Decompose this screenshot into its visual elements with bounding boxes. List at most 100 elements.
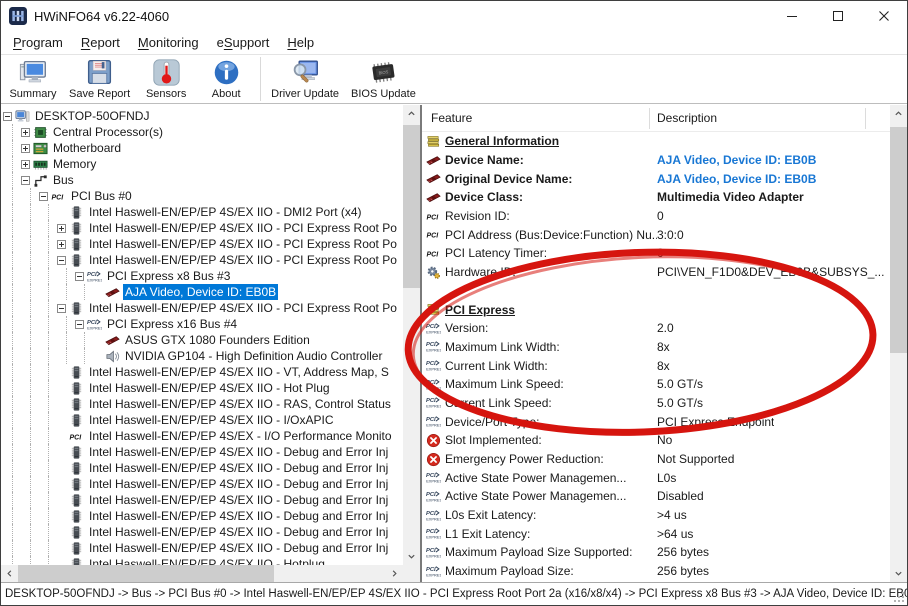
tree-item[interactable]: Intel Haswell-EN/EP/EP 4S/EX IIO - Debug… (1, 492, 403, 508)
feature-section-row[interactable]: PCI Express (422, 300, 890, 319)
feature-row[interactable]: Slot Implemented:No (422, 431, 890, 450)
column-header-feature[interactable]: Feature (431, 111, 472, 125)
feature-row[interactable]: PCIEXPRESSMaximum Payload Size Supported… (422, 543, 890, 562)
menu-item-report[interactable]: Report (72, 33, 129, 52)
tree-item[interactable]: PCIIntel Haswell-EN/EP/EP 4S/EX - I/O Pe… (1, 428, 403, 444)
tree-item[interactable]: ASUS GTX 1080 Founders Edition (1, 332, 403, 348)
resize-grip[interactable] (893, 591, 905, 603)
tree-item[interactable]: Intel Haswell-EN/EP/EP 4S/EX IIO - PCI E… (1, 236, 403, 252)
collapse-icon[interactable] (75, 272, 84, 281)
tree-item[interactable]: Intel Haswell-EN/EP/EP 4S/EX IIO - Debug… (1, 460, 403, 476)
tree-item[interactable]: PCIEXPRESSPCI Express x8 Bus #3 (1, 268, 403, 284)
feature-row[interactable]: Hardware ID:PCI\VEN_F1D0&DEV_EB0B&SUBSYS… (422, 263, 890, 282)
tree-horizontal-scrollbar[interactable] (1, 565, 403, 582)
tree-item[interactable]: Intel Haswell-EN/EP/EP 4S/EX IIO - VT, A… (1, 364, 403, 380)
sensors-button[interactable]: Sensors (136, 56, 196, 102)
collapse-icon[interactable] (39, 192, 48, 201)
tree-item[interactable]: Intel Haswell-EN/EP/EP 4S/EX IIO - PCI E… (1, 300, 403, 316)
bios-update-button[interactable]: BIOSBIOS Update (345, 56, 422, 102)
maximize-button[interactable] (815, 1, 861, 31)
scroll-down-icon[interactable] (403, 548, 420, 565)
feature-row[interactable]: Emergency Power Reduction:Not Supported (422, 450, 890, 469)
collapse-icon[interactable] (3, 112, 12, 121)
save-report-button[interactable]: Save Report (63, 56, 136, 102)
tree-item[interactable]: Intel Haswell-EN/EP/EP 4S/EX IIO - PCI E… (1, 220, 403, 236)
tree-item[interactable]: PCIEXPRESSPCI Express x16 Bus #4 (1, 316, 403, 332)
tree-item[interactable]: AJA Video, Device ID: EB0B (1, 284, 403, 300)
feature-row[interactable]: PCIPCI Address (Bus:Device:Function) Nu.… (422, 225, 890, 244)
tree-item[interactable]: DESKTOP-50OFNDJ (1, 108, 403, 124)
tree-item[interactable]: Intel Haswell-EN/EP/EP 4S/EX IIO - Debug… (1, 508, 403, 524)
tree-item[interactable]: Bus (1, 172, 403, 188)
column-header-description[interactable]: Description (657, 111, 717, 125)
tree-item[interactable]: Central Processor(s) (1, 124, 403, 140)
details-vertical-scrollbar[interactable] (890, 105, 907, 582)
minimize-button[interactable] (769, 1, 815, 31)
feature-row[interactable]: Device Name:AJA Video, Device ID: EB0B (422, 151, 890, 170)
feature-row[interactable]: PCIRevision ID:0 (422, 207, 890, 226)
driver-update-button[interactable]: Driver Update (265, 56, 345, 102)
scroll-right-icon[interactable] (386, 565, 403, 582)
column-divider[interactable] (865, 108, 866, 129)
close-button[interactable] (861, 1, 907, 31)
tree-item[interactable]: Intel Haswell-EN/EP/EP 4S/EX IIO - DMI2 … (1, 204, 403, 220)
tree-item[interactable]: Intel Haswell-EN/EP/EP 4S/EX IIO - Debug… (1, 444, 403, 460)
scroll-up-icon[interactable] (890, 105, 907, 122)
collapse-icon[interactable] (57, 256, 66, 265)
expand-icon[interactable] (57, 240, 66, 249)
feature-row[interactable]: PCIPCI Latency Timer:0 (422, 244, 890, 263)
tree-item[interactable]: Intel Haswell-EN/EP/EP 4S/EX IIO - Hotpl… (1, 556, 403, 565)
menu-item-help[interactable]: Help (278, 33, 323, 52)
collapse-icon[interactable] (21, 176, 30, 185)
feature-row[interactable]: PCIEXPRESSDevice/Port Type:PCI Express E… (422, 412, 890, 431)
tree-item[interactable]: Intel Haswell-EN/EP/EP 4S/EX IIO - Debug… (1, 476, 403, 492)
feature-row[interactable]: Original Device Name:AJA Video, Device I… (422, 169, 890, 188)
tree-guide (37, 220, 55, 236)
summary-button[interactable]: Summary (3, 56, 63, 102)
menu-item-esupport[interactable]: eSupport (208, 33, 279, 52)
feature-label: PCI Address (Bus:Device:Function) Nu... (445, 228, 657, 242)
expand-icon[interactable] (21, 160, 30, 169)
tree-item[interactable]: Intel Haswell-EN/EP/EP 4S/EX IIO - Debug… (1, 540, 403, 556)
about-button[interactable]: About (196, 56, 256, 102)
collapse-icon[interactable] (57, 304, 66, 313)
tree-item[interactable]: Intel Haswell-EN/EP/EP 4S/EX IIO - PCI E… (1, 252, 403, 268)
tree-item[interactable]: Intel Haswell-EN/EP/EP 4S/EX IIO - RAS, … (1, 396, 403, 412)
tree-item[interactable]: Motherboard (1, 140, 403, 156)
feature-row[interactable]: PCIEXPRESSMaximum Payload Size:256 bytes (422, 562, 890, 581)
feature-row[interactable]: PCIEXPRESSMaximum Link Width:8x (422, 338, 890, 357)
tree-item[interactable]: Intel Haswell-EN/EP/EP 4S/EX IIO - Debug… (1, 524, 403, 540)
feature-row[interactable]: PCIEXPRESSL0s Exit Latency:>4 us (422, 506, 890, 525)
scroll-up-icon[interactable] (403, 105, 420, 122)
expand-icon[interactable] (21, 128, 30, 137)
feature-row[interactable]: PCIEXPRESSL1 Exit Latency:>64 us (422, 524, 890, 543)
expand-icon[interactable] (21, 144, 30, 153)
feature-section-row[interactable]: General Information (422, 132, 890, 151)
feature-row[interactable]: PCIEXPRESSMaximum Link Speed:5.0 GT/s (422, 375, 890, 394)
details-vscroll-thumb[interactable] (890, 127, 907, 353)
tree-vertical-scrollbar[interactable] (403, 105, 420, 565)
feature-row[interactable]: PCIEXPRESSActive State Power Managemen..… (422, 487, 890, 506)
expand-icon[interactable] (57, 224, 66, 233)
tree-item[interactable]: Memory (1, 156, 403, 172)
tree-hscroll-thumb[interactable] (18, 565, 274, 582)
tree-vscroll-thumb[interactable] (403, 125, 420, 288)
tree-item[interactable]: Intel Haswell-EN/EP/EP 4S/EX IIO - I/OxA… (1, 412, 403, 428)
tree-item[interactable]: Intel Haswell-EN/EP/EP 4S/EX IIO - Hot P… (1, 380, 403, 396)
feature-row[interactable]: PCIEXPRESSCurrent Link Width:8x (422, 356, 890, 375)
feature-row[interactable]: PCIEXPRESSVersion:2.0 (422, 319, 890, 338)
menu-item-program[interactable]: Program (4, 33, 72, 52)
feature-row[interactable]: Device Class:Multimedia Video Adapter (422, 188, 890, 207)
svg-text:EXPRESS: EXPRESS (426, 498, 441, 503)
tree-item[interactable]: PCIPCI Bus #0 (1, 188, 403, 204)
feature-row[interactable]: PCIEXPRESSCurrent Link Speed:5.0 GT/s (422, 394, 890, 413)
column-divider[interactable] (649, 108, 650, 129)
tree-item[interactable]: NVIDIA GP104 - High Definition Audio Con… (1, 348, 403, 364)
scroll-down-icon[interactable] (890, 565, 907, 582)
collapse-icon[interactable] (75, 320, 84, 329)
scroll-left-icon[interactable] (1, 565, 18, 582)
pcie-icon: PCIEXPRESS (426, 321, 441, 336)
menu-item-monitoring[interactable]: Monitoring (129, 33, 208, 52)
tree-guide (37, 412, 55, 428)
feature-row[interactable]: PCIEXPRESSActive State Power Managemen..… (422, 468, 890, 487)
